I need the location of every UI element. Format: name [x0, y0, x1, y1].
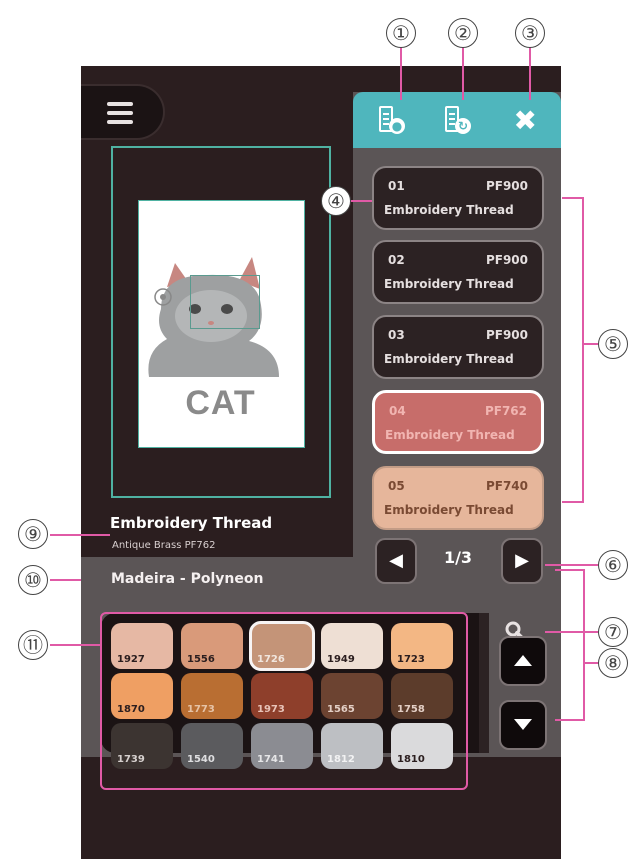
thread-item-05[interactable]: 05 PF740 Embroidery Thread [372, 466, 544, 530]
callout-leader [584, 343, 598, 345]
callout-5: ⑤ [598, 329, 628, 359]
selection-box [190, 275, 260, 329]
thread-apply-icon: ● [389, 118, 405, 134]
thread-replace-icon: ↻ [455, 118, 471, 134]
thread-number: 04 [389, 404, 406, 418]
thread-replace-button[interactable]: ↻ [441, 106, 471, 136]
callout-6: ⑥ [598, 550, 628, 580]
thread-apply-button[interactable]: ● [375, 106, 405, 136]
callout-3: ③ [515, 18, 545, 48]
callout-leader [562, 501, 584, 503]
thread-number: 05 [388, 479, 405, 493]
thread-item-03[interactable]: 03 PF900 Embroidery Thread [372, 315, 544, 379]
callout-leader [400, 40, 402, 100]
callout-leader [50, 579, 81, 581]
thread-number: 03 [388, 328, 405, 342]
callout-1: ① [386, 18, 416, 48]
page-next-button[interactable]: ▶ [501, 538, 543, 584]
thread-brand-label: Madeira - Polyneon [81, 559, 353, 599]
callout-leader [545, 564, 598, 566]
callout-leader [585, 662, 599, 664]
close-icon[interactable]: ✖ [514, 107, 537, 135]
callout-leader [555, 569, 585, 571]
callout-7: ⑦ [598, 617, 628, 647]
thread-name: Embroidery Thread [384, 503, 514, 517]
thread-number: 01 [388, 179, 405, 193]
callout-leader [545, 631, 598, 633]
callout-leader [583, 569, 585, 721]
thread-name: Embroidery Thread [384, 277, 514, 291]
callout-8: ⑧ [598, 648, 628, 678]
palette-highlight [100, 612, 468, 790]
thread-code: PF900 [485, 179, 528, 193]
thread-name: Embroidery Thread [384, 352, 514, 366]
callout-9: ⑨ [18, 519, 48, 549]
callout-leader [555, 719, 585, 721]
thread-toolbar: ● ↻ ✖ [353, 92, 561, 148]
page-indicator: 1/3 [443, 548, 473, 567]
arrow-up-icon [514, 655, 532, 666]
thread-code: PF900 [485, 253, 528, 267]
thread-item-01[interactable]: 01 PF900 Embroidery Thread [372, 166, 544, 230]
selected-thread-subtitle: Antique Brass PF762 [112, 540, 216, 551]
callout-4: ④ [321, 186, 351, 216]
callout-leader [562, 197, 584, 199]
selected-thread-title: Embroidery Thread [110, 514, 273, 532]
callout-leader [529, 40, 531, 100]
thread-number: 02 [388, 253, 405, 267]
design-text: CAT [185, 384, 256, 422]
thread-code: PF900 [485, 328, 528, 342]
callout-leader [582, 197, 584, 503]
scroll-up-button[interactable] [499, 636, 547, 686]
page-prev-button[interactable]: ◀ [375, 538, 417, 584]
thread-name: Embroidery Thread [385, 428, 515, 442]
callout-10: ⑩ [18, 565, 48, 595]
arrow-down-icon [514, 719, 532, 730]
callout-leader [50, 644, 102, 646]
thread-name: Embroidery Thread [384, 203, 514, 217]
scroll-down-button[interactable] [499, 700, 547, 750]
thread-code: PF740 [485, 479, 528, 493]
thread-code: PF762 [484, 404, 527, 418]
menu-button[interactable] [81, 86, 163, 138]
callout-leader [462, 40, 464, 100]
menu-icon [107, 102, 133, 129]
callout-leader [50, 534, 110, 536]
callout-leader [350, 200, 372, 202]
thread-item-04[interactable]: 04 PF762 Embroidery Thread [372, 390, 544, 454]
callout-2: ② [448, 18, 478, 48]
callout-11: ⑪ [18, 630, 48, 660]
thread-item-02[interactable]: 02 PF900 Embroidery Thread [372, 240, 544, 304]
palette-scrollbar[interactable] [479, 613, 489, 753]
